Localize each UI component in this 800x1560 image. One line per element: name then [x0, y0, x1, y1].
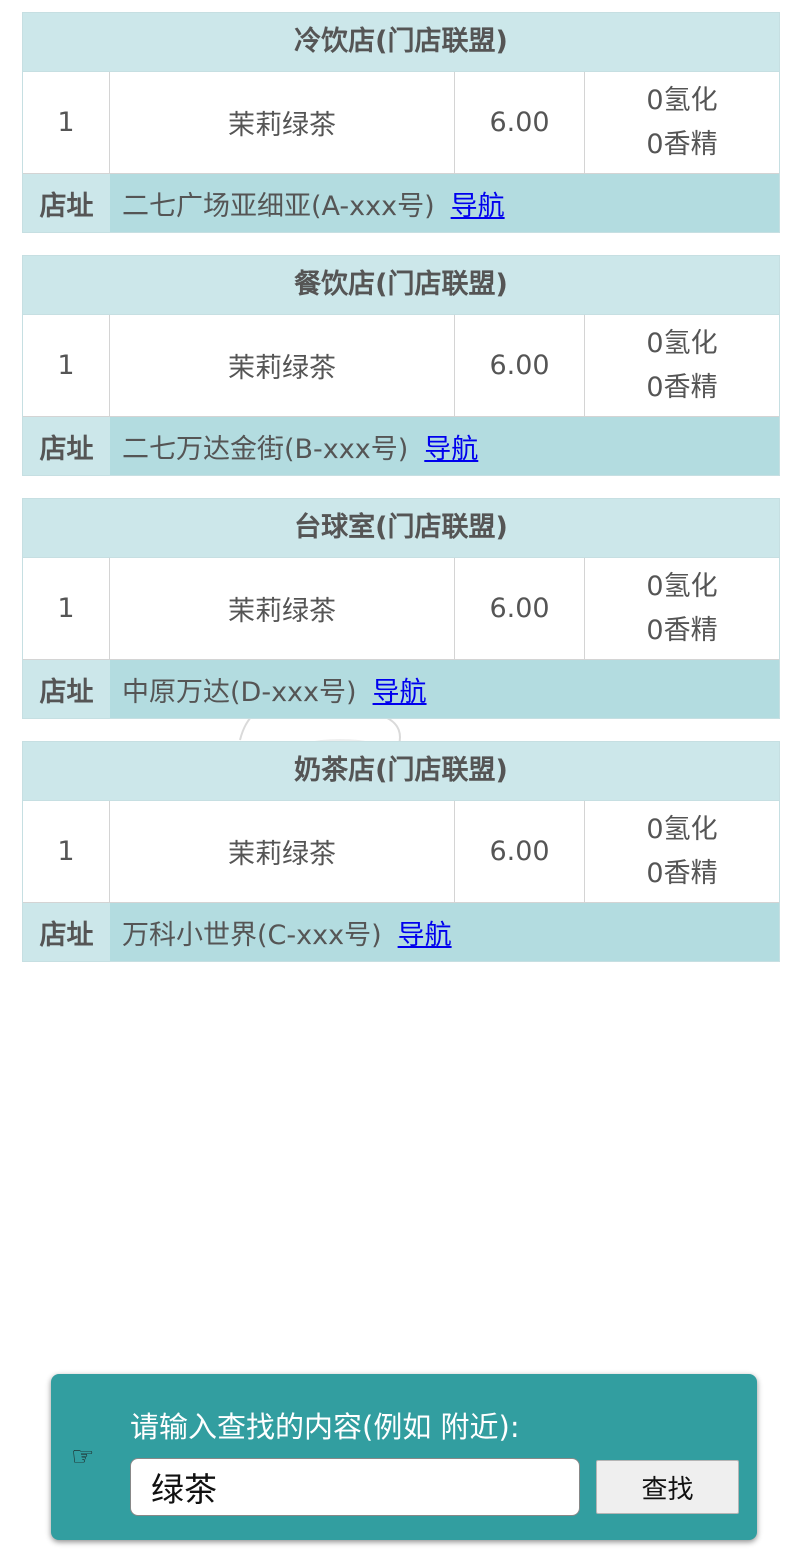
address-label: 店址	[23, 174, 110, 232]
item-quantity: 1	[23, 315, 110, 416]
item-name: 茉莉绿茶	[110, 801, 455, 902]
store-card: 台球室(门店联盟) 1 茉莉绿茶 6.00 0氢化 0香精 店址 中原万达(D-…	[22, 498, 780, 719]
item-tag: 0氢化	[646, 84, 718, 116]
address-label: 店址	[23, 660, 110, 718]
item-quantity: 1	[23, 72, 110, 173]
item-tag: 0氢化	[646, 570, 718, 602]
address-cell: 中原万达(D-xxx号) 导航	[110, 660, 779, 718]
item-price: 6.00	[455, 315, 585, 416]
address-label: 店址	[23, 417, 110, 475]
item-row: 1 茉莉绿茶 6.00 0氢化 0香精	[23, 72, 779, 174]
pointing-hand-icon: ☞	[71, 1442, 95, 1472]
address-cell: 二七万达金街(B-xxx号) 导航	[110, 417, 779, 475]
search-prompt-label: 请输入查找的内容(例如 附近):	[130, 1410, 520, 1444]
store-address-row: 店址 二七万达金街(B-xxx号) 导航	[23, 417, 779, 475]
item-name: 茉莉绿茶	[110, 315, 455, 416]
store-title: 奶茶店(门店联盟)	[23, 742, 779, 801]
store-list: 冷饮店(门店联盟) 1 茉莉绿茶 6.00 0氢化 0香精 店址 二七广场亚细亚…	[22, 12, 780, 984]
item-tags: 0氢化 0香精	[585, 315, 779, 416]
search-button[interactable]: 查找	[596, 1460, 739, 1514]
item-price: 6.00	[455, 558, 585, 659]
store-title: 餐饮店(门店联盟)	[23, 256, 779, 315]
navigate-link[interactable]: 导航	[373, 670, 427, 709]
item-quantity: 1	[23, 558, 110, 659]
navigate-link[interactable]: 导航	[398, 913, 452, 952]
search-input[interactable]	[130, 1458, 580, 1516]
address-text: 中原万达(D-xxx号)	[122, 676, 357, 708]
item-row: 1 茉莉绿茶 6.00 0氢化 0香精	[23, 801, 779, 903]
store-address-row: 店址 二七广场亚细亚(A-xxx号) 导航	[23, 174, 779, 232]
store-address-row: 店址 万科小世界(C-xxx号) 导航	[23, 903, 779, 961]
item-tags: 0氢化 0香精	[585, 801, 779, 902]
item-tag: 0香精	[646, 371, 718, 403]
address-text: 二七万达金街(B-xxx号)	[122, 433, 409, 465]
store-card: 奶茶店(门店联盟) 1 茉莉绿茶 6.00 0氢化 0香精 店址 万科小世界(C…	[22, 741, 780, 962]
store-card: 冷饮店(门店联盟) 1 茉莉绿茶 6.00 0氢化 0香精 店址 二七广场亚细亚…	[22, 12, 780, 233]
item-tag: 0氢化	[646, 813, 718, 845]
item-tags: 0氢化 0香精	[585, 558, 779, 659]
item-name: 茉莉绿茶	[110, 558, 455, 659]
store-card: 餐饮店(门店联盟) 1 茉莉绿茶 6.00 0氢化 0香精 店址 二七万达金街(…	[22, 255, 780, 476]
address-label: 店址	[23, 903, 110, 961]
address-text: 万科小世界(C-xxx号)	[122, 919, 382, 951]
address-cell: 二七广场亚细亚(A-xxx号) 导航	[110, 174, 779, 232]
store-title: 冷饮店(门店联盟)	[23, 13, 779, 72]
page: 冷饮店(门店联盟) 1 茉莉绿茶 6.00 0氢化 0香精 店址 二七广场亚细亚…	[0, 0, 800, 1560]
item-tag: 0香精	[646, 128, 718, 160]
address-text: 二七广场亚细亚(A-xxx号)	[122, 190, 435, 222]
item-tags: 0氢化 0香精	[585, 72, 779, 173]
item-price: 6.00	[455, 72, 585, 173]
store-address-row: 店址 中原万达(D-xxx号) 导航	[23, 660, 779, 718]
navigate-link[interactable]: 导航	[424, 427, 478, 466]
item-tag: 0氢化	[646, 327, 718, 359]
item-quantity: 1	[23, 801, 110, 902]
item-row: 1 茉莉绿茶 6.00 0氢化 0香精	[23, 558, 779, 660]
item-name: 茉莉绿茶	[110, 72, 455, 173]
item-row: 1 茉莉绿茶 6.00 0氢化 0香精	[23, 315, 779, 417]
address-cell: 万科小世界(C-xxx号) 导航	[110, 903, 779, 961]
store-title: 台球室(门店联盟)	[23, 499, 779, 558]
item-tag: 0香精	[646, 614, 718, 646]
item-price: 6.00	[455, 801, 585, 902]
search-panel: ☞ 请输入查找的内容(例如 附近): 查找	[51, 1374, 757, 1540]
navigate-link[interactable]: 导航	[451, 184, 505, 223]
item-tag: 0香精	[646, 857, 718, 889]
